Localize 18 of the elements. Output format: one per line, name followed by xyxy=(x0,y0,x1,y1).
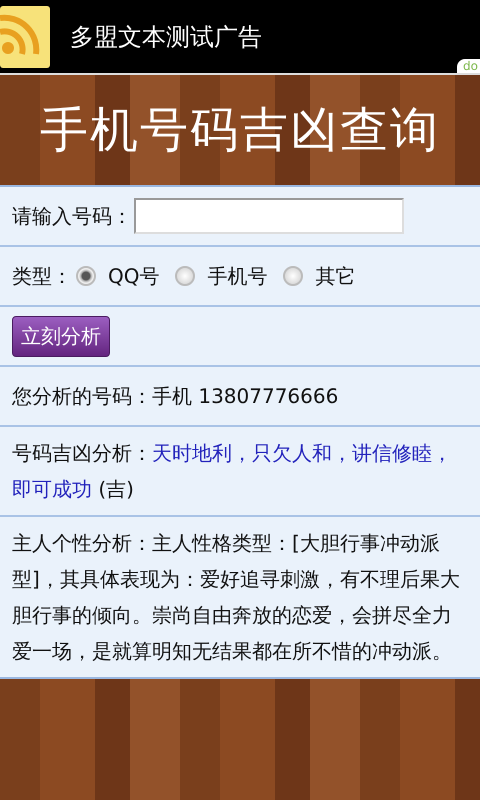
radio-button[interactable] xyxy=(283,266,304,286)
analyze-button[interactable]: 立刻分析 xyxy=(12,316,110,356)
radio-label: 手机号 xyxy=(207,262,268,290)
field-label: 类型： xyxy=(12,262,72,290)
ad-banner[interactable]: 多盟文本测试广告 do xyxy=(0,0,480,75)
result-number: 您分析的号码：手机 13807776666 xyxy=(12,383,338,410)
ad-badge: do xyxy=(457,59,480,73)
ad-text: 多盟文本测试广告 xyxy=(70,22,262,52)
field-label: 请输入号码： xyxy=(12,202,132,230)
radio-label: 其它 xyxy=(315,262,356,290)
radio-button[interactable] xyxy=(175,266,196,286)
number-input[interactable] xyxy=(134,198,404,234)
personality-text: 主人个性分析：主人性格类型：[大胆行事冲动派型]，其具体表现为：爱好追寻刺激，有不理后果大胆行事的倾向。崇尚自由奔放的恋爱，会拼尽全力爱一场，是就算明知无结果都在所不惜的冲动派。 xyxy=(12,530,461,665)
radio-label: QQ号 xyxy=(108,262,160,290)
luck-analysis-text: 号码吉凶分析：天时地利，只欠人和，讲信修睦，即可成功 (吉) xyxy=(12,440,453,503)
page-title: 手机号码吉凶查询 xyxy=(40,101,440,160)
radio-button[interactable] xyxy=(76,266,96,286)
feed-icon xyxy=(0,6,50,68)
